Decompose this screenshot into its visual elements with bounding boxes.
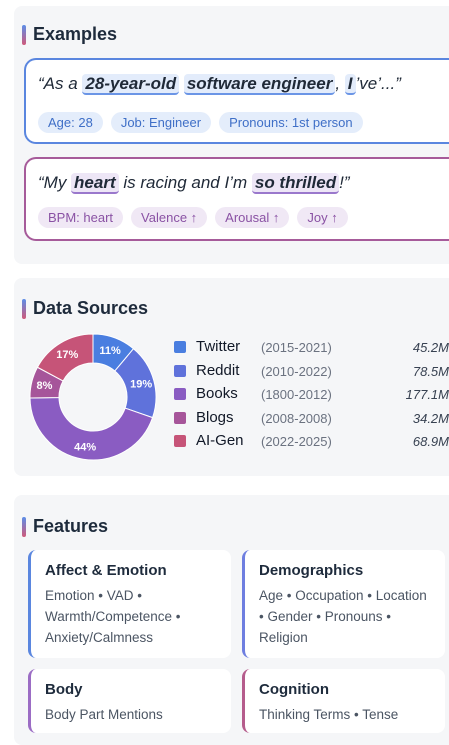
legend-row: Books (1800-2012) 177.1M [174,385,449,409]
features-heading: Features [22,516,108,537]
heading-accent-bar [22,298,26,319]
data-sources-panel: Data Sources 11% 19% 44% 8% 17% Twitter (2015… [14,278,449,476]
feature-card-title: Affect & Emotion [45,562,167,579]
annotation-tag: Arousal ↑ [215,207,290,228]
example-card-1: “As a 28-year-old software engineer, I’v… [24,58,449,144]
example-card-2: “My heart is racing and I’m so thrilled!… [24,157,449,241]
feature-card-cognition: Cognition Thinking Terms • Tense [242,669,445,733]
legend-row: AI-Gen (2022-2025) 68.9M [174,432,449,456]
feature-card-body: Thinking Terms • Tense [259,707,399,722]
feature-card-title: Cognition [259,681,329,698]
annotation-tag: Age: 28 [38,112,103,133]
legend-size: 78.5M [412,363,449,379]
feature-card-title: Demographics [259,562,364,579]
legend-swatch [174,411,186,424]
legend-row: Reddit (2010-2022) 78.5M [174,362,449,386]
highlighted-phrase: so thrilled [251,173,340,194]
example-tags: BPM: heart Valence ↑ Arousal ↑ Joy ↑ [38,207,348,228]
feature-card-demographics: Demographics Age • Occupation • Location… [242,550,445,658]
annotation-tag: Job: Engineer [110,112,212,133]
feature-card-affect: Affect & Emotion Emotion • VAD • Warmth/… [28,550,231,658]
feature-card-body: Body Part Mentions [45,707,163,722]
legend-years: (2010-2022) [261,363,332,379]
heading-accent-bar [22,24,26,45]
legend-source-name: Reddit [196,361,240,379]
donut-slice-label: 44% [74,441,96,453]
legend-row: Twitter (2015-2021) 45.2M [174,338,449,362]
data-sources-heading: Data Sources [22,298,148,319]
legend-source-name: Twitter [196,338,241,355]
feature-card-body-part: Body Body Part Mentions [28,669,231,733]
legend-years: (2008-2008) [261,410,332,426]
legend-source-name: AI-Gen [196,432,244,449]
feature-card-title: Body [45,681,83,698]
legend-size: 34.2M [412,410,449,426]
heading-accent-bar [22,516,26,537]
legend-years: (1800-2012) [261,387,332,402]
features-panel: Features Affect & Emotion Emotion • VAD … [14,495,449,745]
legend-size: 177.1M [405,387,449,402]
quote-text: “As a [38,74,83,93]
highlighted-phrase: heart [71,173,119,194]
highlighted-phrase: 28-year-old [82,74,180,95]
quote-text: is racing and I’m [118,173,252,192]
examples-panel: Examples “As a 28-year-old software engi… [14,6,449,264]
legend-swatch [174,364,186,377]
data-sources-donut-chart: 11% 19% 44% 8% 17% [29,333,157,461]
legend-years: (2015-2021) [261,340,332,355]
examples-heading: Examples [22,24,117,45]
legend-swatch [174,341,186,353]
data-sources-title: Data Sources [33,298,149,318]
examples-title: Examples [33,24,118,44]
annotation-tag: Pronouns: 1st person [219,112,363,133]
donut-slice-label: 19% [130,379,152,391]
feature-card-body: Age • Occupation • Location • Gender • P… [259,588,427,645]
annotation-tag: Valence ↑ [131,207,208,228]
data-sources-legend: Twitter (2015-2021) 45.2M Reddit (2010-2022)… [174,338,449,456]
legend-size: 45.2M [412,340,449,355]
example-quote: “As a 28-year-old software engineer, I’v… [38,74,401,95]
example-tags: Age: 28 Job: Engineer Pronouns: 1st person [38,112,363,133]
legend-swatch [174,435,186,447]
feature-card-body: Emotion • VAD • Warmth/Competence • Anxi… [45,588,181,645]
quote-text: , [335,74,345,93]
donut-slice-label: 17% [56,349,78,361]
donut-slice-label: 11% [99,345,121,357]
legend-size: 68.9M [412,434,449,449]
annotation-tag: BPM: heart [38,207,124,228]
legend-source-name: Books [196,385,238,402]
highlighted-phrase: software engineer [183,74,336,95]
legend-source-name: Blogs [196,408,234,426]
quote-text: ’ve’...” [355,74,401,93]
annotation-tag: Joy ↑ [297,207,348,228]
legend-row: Blogs (2008-2008) 34.2M [174,409,449,433]
quote-text: “My [38,173,72,192]
quote-text: !” [339,173,350,192]
features-title: Features [33,516,109,536]
highlighted-phrase: I [344,74,356,95]
legend-swatch [174,388,186,400]
legend-years: (2022-2025) [261,434,332,449]
example-quote: “My heart is racing and I’m so thrilled!… [38,173,350,194]
donut-slice-label: 8% [36,380,52,392]
